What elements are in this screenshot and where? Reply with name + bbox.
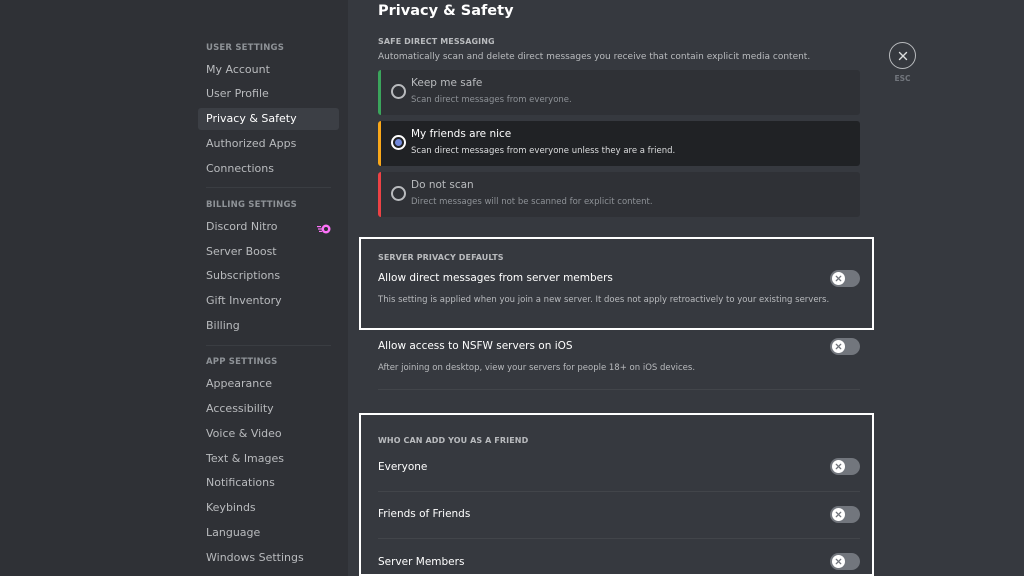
radio-option-title: Keep me safe [411, 77, 483, 89]
setting-title-everyone: Everyone [378, 461, 428, 473]
setting-title-nsfw-ios: Allow access to NSFW servers on iOS [378, 340, 573, 352]
toggle-knob [832, 272, 845, 285]
radio-option-description: Scan direct messages from everyone unles… [411, 146, 676, 156]
settings-sidebar: User Settings My Account User Profile Pr… [0, 0, 348, 576]
sidebar-item-label: Discord Nitro [206, 220, 278, 233]
section-header-friend-requests: Who can add you as a friend [378, 436, 529, 445]
section-header-server-privacy: Server Privacy Defaults [378, 253, 504, 262]
close-icon [898, 51, 907, 60]
sidebar-header-billing-settings: Billing Settings [206, 200, 297, 210]
divider [378, 538, 860, 539]
sidebar-item-user-profile[interactable]: User Profile [198, 83, 339, 105]
sidebar-header-app-settings: App Settings [206, 357, 278, 367]
page-title: Privacy & Safety [378, 3, 514, 19]
setting-title-friends-of-friends: Friends of Friends [378, 508, 471, 520]
sidebar-item-windows-settings[interactable]: Windows Settings [198, 547, 339, 569]
sidebar-item-authorized-apps[interactable]: Authorized Apps [198, 133, 339, 155]
setting-title-allow-dms: Allow direct messages from server member… [378, 272, 613, 284]
sidebar-header-user-settings: User Settings [206, 43, 285, 53]
sidebar-item-appearance[interactable]: Appearance [198, 373, 339, 395]
radio-option-title: My friends are nice [411, 128, 512, 140]
sidebar-divider [206, 345, 331, 346]
sidebar-item-discord-nitro[interactable]: Discord Nitro [198, 216, 339, 238]
sidebar-item-billing[interactable]: Billing [198, 315, 339, 337]
toggle-friends-of-friends[interactable] [830, 506, 860, 523]
sidebar-item-language[interactable]: Language [198, 522, 339, 544]
radio-button-selected[interactable] [391, 135, 406, 150]
x-icon [835, 511, 842, 518]
radio-button[interactable] [391, 186, 406, 201]
toggle-knob [832, 340, 845, 353]
sidebar-item-voice-video[interactable]: Voice & Video [198, 423, 339, 445]
sidebar-item-text-images[interactable]: Text & Images [198, 448, 339, 470]
sidebar-item-my-account[interactable]: My Account [198, 59, 339, 81]
toggle-knob [832, 508, 845, 521]
radio-button[interactable] [391, 84, 406, 99]
sidebar-item-keybinds[interactable]: Keybinds [198, 497, 339, 519]
radio-option-keep-me-safe[interactable]: Keep me safe Scan direct messages from e… [378, 70, 860, 115]
sidebar-item-privacy-safety[interactable]: Privacy & Safety [198, 108, 339, 130]
x-icon [835, 343, 842, 350]
x-icon [835, 558, 842, 565]
x-icon [835, 463, 842, 470]
nitro-icon [317, 221, 331, 234]
radio-option-title: Do not scan [411, 179, 474, 191]
sidebar-item-accessibility[interactable]: Accessibility [198, 398, 339, 420]
setting-title-server-members: Server Members [378, 556, 465, 568]
toggle-allow-dms[interactable] [830, 270, 860, 287]
toggle-everyone[interactable] [830, 458, 860, 475]
toggle-nsfw-ios[interactable] [830, 338, 860, 355]
sidebar-item-connections[interactable]: Connections [198, 158, 339, 180]
radio-option-description: Direct messages will not be scanned for … [411, 197, 653, 207]
sidebar-item-gift-inventory[interactable]: Gift Inventory [198, 290, 339, 312]
sidebar-divider [206, 187, 331, 188]
section-description-safe-dm: Automatically scan and delete direct mes… [378, 52, 811, 62]
sidebar-item-notifications[interactable]: Notifications [198, 472, 339, 494]
toggle-knob [832, 460, 845, 473]
toggle-server-members[interactable] [830, 553, 860, 570]
radio-option-description: Scan direct messages from everyone. [411, 95, 572, 105]
sidebar-item-server-boost[interactable]: Server Boost [198, 241, 339, 263]
sidebar-item-subscriptions[interactable]: Subscriptions [198, 265, 339, 287]
toggle-knob [832, 555, 845, 568]
radio-option-my-friends-are-nice[interactable]: My friends are nice Scan direct messages… [378, 121, 860, 166]
x-icon [835, 275, 842, 282]
divider [378, 491, 860, 492]
radio-option-do-not-scan[interactable]: Do not scan Direct messages will not be … [378, 172, 860, 217]
setting-description-nsfw-ios: After joining on desktop, view your serv… [378, 363, 696, 373]
esc-label: ESC [894, 74, 911, 83]
section-header-safe-dm: Safe Direct Messaging [378, 37, 495, 46]
close-button[interactable] [889, 42, 916, 69]
setting-description-allow-dms: This setting is applied when you join a … [378, 295, 830, 305]
divider [378, 389, 860, 390]
